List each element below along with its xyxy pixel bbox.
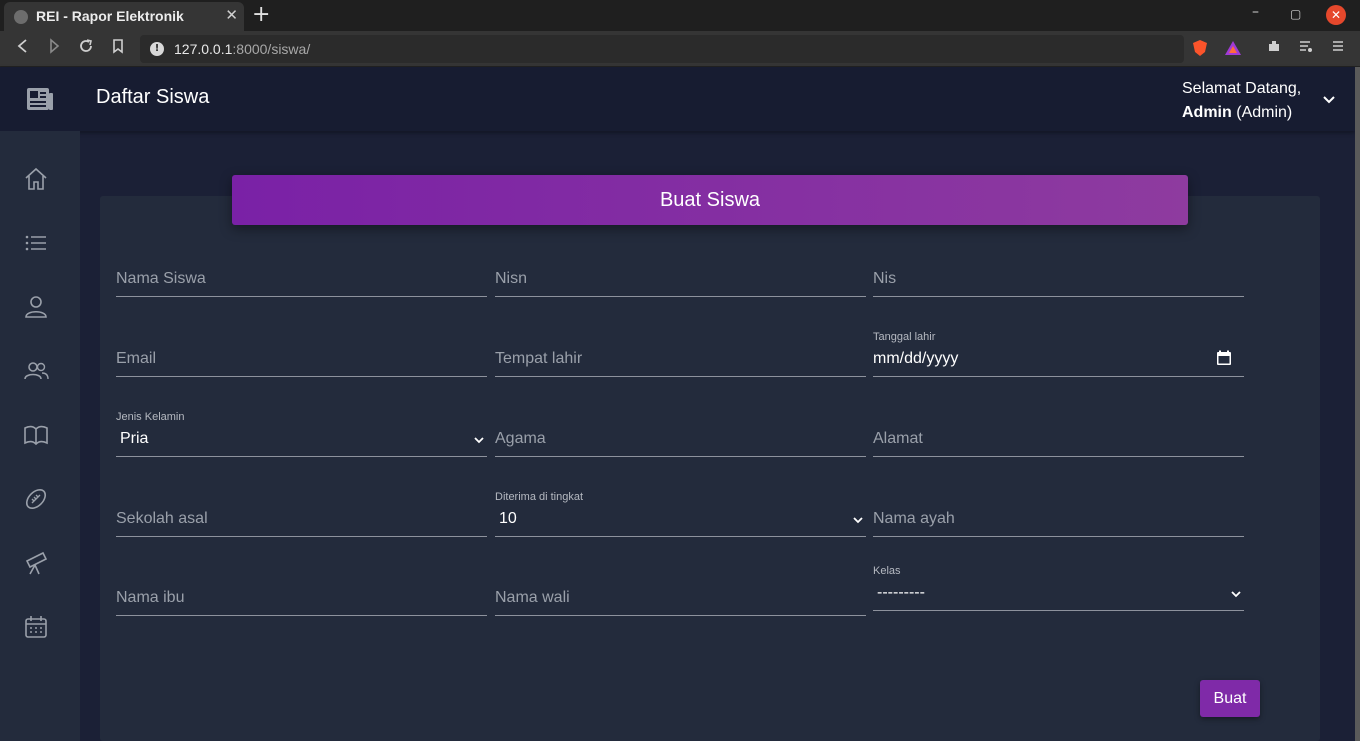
home-icon [25,167,47,190]
diterima-di-tingkat-value: 10 [499,510,517,527]
jenis-kelamin-label: Jenis Kelamin [116,411,185,423]
user-icon [25,296,47,318]
alamat-field[interactable]: Alamat [873,417,1244,457]
kelas-label: Kelas [873,565,901,577]
chevron-down-icon [1231,591,1241,598]
newspaper-icon[interactable] [26,85,54,113]
sidebar-item-book[interactable] [22,421,50,449]
chevron-down-icon [474,437,484,444]
forward-icon[interactable] [43,38,65,60]
extensions-icon[interactable] [1263,38,1285,60]
url-text: 127.0.0.1:8000/siswa/ [174,41,311,57]
list-icon [25,235,46,251]
sidebar-item-home[interactable] [22,165,50,193]
sidebar-item-telescope[interactable] [22,549,50,577]
book-icon [24,425,48,446]
scrollbar[interactable] [1355,67,1360,741]
bookmark-icon[interactable] [107,38,129,60]
email-field[interactable]: Email [116,337,487,377]
users-icon [24,362,49,380]
welcome-text: Selamat Datang, Admin (Admin) [1182,80,1302,121]
minimize-icon[interactable]: – [1252,4,1259,20]
tanggal-lahir-label: Tanggal lahir [873,331,936,343]
playlist-icon[interactable] [1295,38,1317,60]
address-bar[interactable]: ! 127.0.0.1:8000/siswa/ [140,35,1184,63]
form-title: Buat Siswa [232,175,1188,225]
globe-icon [14,10,28,24]
tanggal-lahir-value: mm/dd/yyyy [873,350,959,367]
sidebar-item-users[interactable] [22,357,50,385]
info-icon[interactable]: ! [150,42,164,56]
app-topbar: Daftar Siswa Selamat Datang, Admin (Admi… [0,67,1355,131]
diterima-di-tingkat-select[interactable]: Diterima di tingkat 10 [495,491,866,537]
nisn-field[interactable]: Nisn [495,257,866,297]
brave-shield-icon[interactable] [1191,39,1209,57]
chevron-down-icon [853,517,863,524]
rewards-icon[interactable] [1224,39,1242,57]
browser-toolbar: ! 127.0.0.1:8000/siswa/ [0,31,1360,67]
nama-ibu-field[interactable]: Nama ibu [116,576,487,616]
nis-field[interactable]: Nis [873,257,1244,297]
browser-tabbar: REI - Rapor Elektronik ✕ + – ▢ ✕ [0,0,1360,31]
agama-field[interactable]: Agama [495,417,866,457]
jenis-kelamin-value: Pria [120,430,149,447]
browser-tab[interactable]: REI - Rapor Elektronik ✕ [4,2,244,31]
window-close-icon[interactable]: ✕ [1326,5,1346,25]
back-icon[interactable] [12,38,34,60]
nama-siswa-field[interactable]: Nama Siswa [116,257,487,297]
nama-ayah-field[interactable]: Nama ayah [873,497,1244,537]
restore-icon[interactable]: ▢ [1290,7,1301,21]
buat-button[interactable]: Buat [1200,680,1260,717]
page-title: Daftar Siswa [96,86,210,108]
sidebar [0,131,80,741]
tempat-lahir-field[interactable]: Tempat lahir [495,337,866,377]
calendar-icon [25,616,47,638]
app: Daftar Siswa Selamat Datang, Admin (Admi… [0,67,1360,741]
menu-icon[interactable] [1327,38,1349,60]
calendar-picker-icon[interactable] [1216,350,1232,366]
sekolah-asal-field[interactable]: Sekolah asal [116,497,487,537]
tab-title: REI - Rapor Elektronik [36,8,184,24]
user-role: (Admin) [1236,104,1293,121]
tab-close-icon[interactable]: ✕ [225,6,238,24]
nama-wali-field[interactable]: Nama wali [495,576,866,616]
user-name: Admin [1182,104,1232,121]
tanggal-lahir-field[interactable]: Tanggal lahir mm/dd/yyyy [873,331,1244,377]
jenis-kelamin-select[interactable]: Jenis Kelamin Pria [116,411,487,457]
kelas-select[interactable]: Kelas --------- [873,565,1244,611]
chevron-down-icon[interactable] [1321,91,1337,107]
kelas-value: --------- [877,584,925,601]
football-icon [25,488,47,510]
sidebar-item-user[interactable] [22,293,50,321]
sidebar-item-calendar[interactable] [22,613,50,641]
sidebar-item-football[interactable] [22,485,50,513]
reload-icon[interactable] [75,38,97,60]
new-tab-icon[interactable]: + [252,2,270,27]
sidebar-item-list[interactable] [22,229,50,257]
telescope-icon [25,551,48,575]
diterima-di-tingkat-label: Diterima di tingkat [495,491,584,503]
